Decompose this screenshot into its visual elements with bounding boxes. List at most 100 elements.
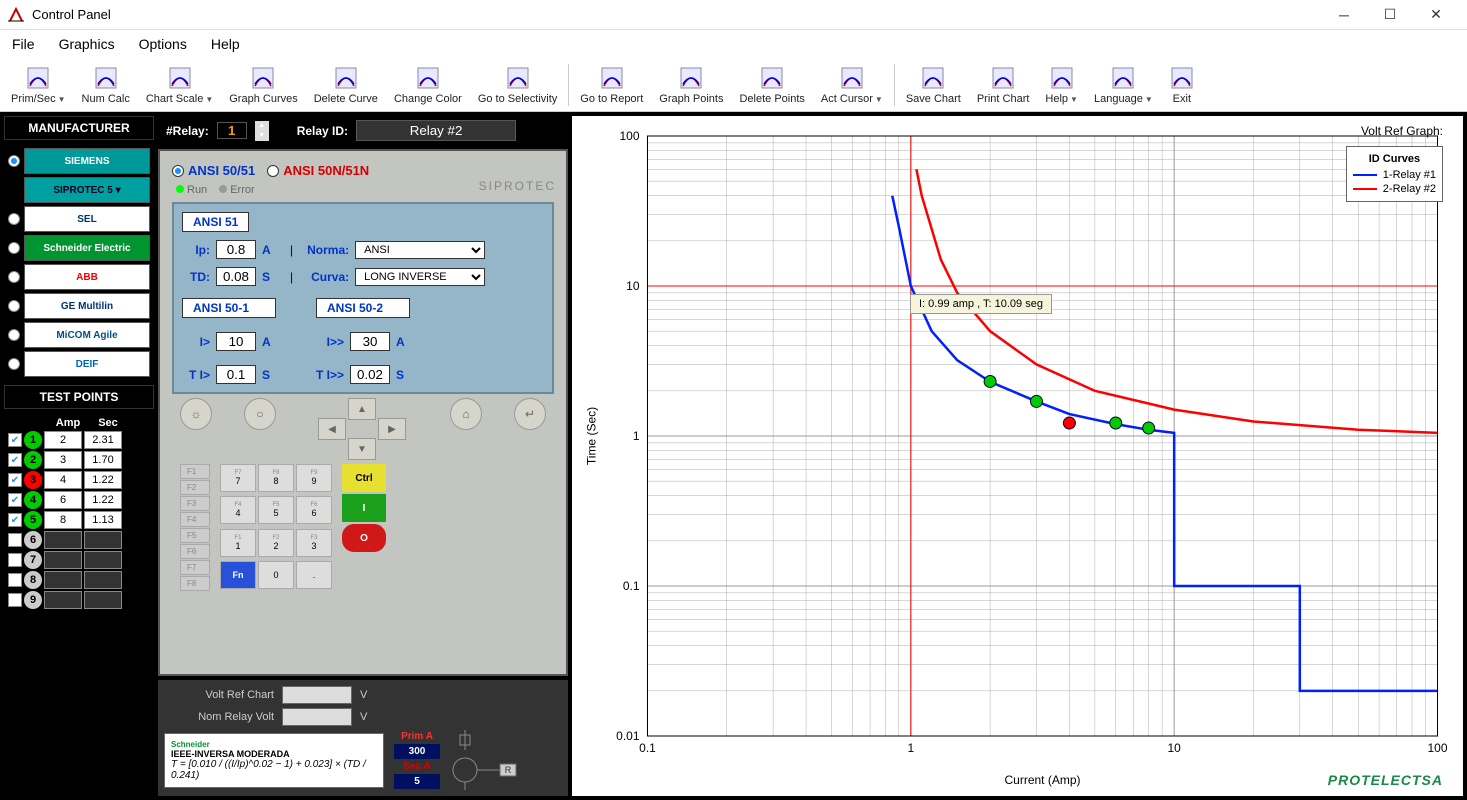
tp-checkbox[interactable] — [8, 553, 22, 567]
toolbar-go-to-selectivity[interactable]: Go to Selectivity — [471, 62, 564, 108]
toolbar-prim/sec[interactable]: Prim/Sec▼ — [4, 62, 73, 108]
curva-select[interactable]: LONG INVERSE — [355, 268, 485, 286]
testpoint-row-6: 6 — [8, 531, 150, 549]
tp-amp[interactable] — [44, 431, 82, 449]
mode-ansi5051[interactable]: ANSI 50/51 — [172, 163, 255, 178]
mfr-abb[interactable]: ABB — [8, 264, 150, 290]
toolbar-act-cursor[interactable]: Act Cursor▼ — [814, 62, 890, 108]
nom-relay-input[interactable] — [282, 708, 352, 726]
relay-id-input[interactable] — [356, 120, 516, 141]
toolbar-chart-scale[interactable]: Chart Scale▼ — [139, 62, 220, 108]
tp-sec[interactable] — [84, 471, 122, 489]
mfr-ge-multilin[interactable]: GE Multilin — [8, 293, 150, 319]
off-button[interactable]: O — [342, 524, 386, 552]
mode-ansi50n51n[interactable]: ANSI 50N/51N — [267, 163, 369, 178]
testpoint-row-7: 7 — [8, 551, 150, 569]
prim-a-value[interactable]: 300 — [394, 744, 440, 759]
tp-checkbox[interactable] — [8, 533, 22, 547]
td-input[interactable] — [216, 267, 256, 286]
tp-amp[interactable] — [44, 471, 82, 489]
minimize-button[interactable]: ─ — [1321, 0, 1367, 30]
norma-select[interactable]: ANSI — [355, 241, 485, 259]
formula-box: Schneider IEEE-INVERSA MODERADA T = [0.0… — [164, 733, 384, 788]
toolbar-delete-points[interactable]: Delete Points — [732, 62, 811, 108]
relay-spin-up[interactable]: ▲ — [255, 121, 269, 131]
chart-plot[interactable]: 0.11101000.010.1110100Current (Amp)Time … — [572, 116, 1463, 796]
close-button[interactable]: ✕ — [1413, 0, 1459, 30]
mfr-deif[interactable]: DEIF — [8, 351, 150, 377]
tp-amp[interactable] — [44, 591, 82, 609]
fn-key[interactable]: Fn — [220, 561, 256, 589]
toolbar-save-chart[interactable]: Save Chart — [899, 62, 968, 108]
ansi501-ti[interactable] — [216, 365, 256, 384]
tp-sec[interactable] — [84, 511, 122, 529]
nav-btn-4[interactable]: ↵ — [514, 398, 546, 430]
nav-btn-2[interactable]: ○ — [244, 398, 276, 430]
toolbar-print-chart[interactable]: Print Chart — [970, 62, 1037, 108]
tp-amp[interactable] — [44, 491, 82, 509]
ansi502-i[interactable] — [350, 332, 390, 351]
toolbar-change-color[interactable]: Change Color — [387, 62, 469, 108]
menu-options[interactable]: Options — [139, 36, 187, 52]
arrow-left[interactable]: ◀ — [318, 418, 346, 440]
tp-sec[interactable] — [84, 431, 122, 449]
maximize-button[interactable]: ☐ — [1367, 0, 1413, 30]
toolbar-graph-points[interactable]: Graph Points — [652, 62, 730, 108]
svg-text:10: 10 — [626, 279, 640, 293]
tp-sec[interactable] — [84, 551, 122, 569]
tp-checkbox[interactable]: ✔ — [8, 453, 22, 467]
arrow-up[interactable]: ▲ — [348, 398, 376, 420]
mfr-schneider-electric[interactable]: Schneider Electric — [8, 235, 150, 261]
toolbar-delete-curve[interactable]: Delete Curve — [307, 62, 385, 108]
toolbar-help[interactable]: Help▼ — [1038, 62, 1085, 108]
ctrl-button[interactable]: Ctrl — [342, 464, 386, 492]
volt-ref-input[interactable] — [282, 686, 352, 704]
nav-btn-3[interactable]: ⌂ — [450, 398, 482, 430]
tp-sec[interactable] — [84, 571, 122, 589]
menu-help[interactable]: Help — [211, 36, 240, 52]
svg-text:100: 100 — [619, 129, 639, 143]
mfr-siemens[interactable]: SIEMENS — [8, 148, 150, 174]
arrow-down[interactable]: ▼ — [348, 438, 376, 460]
tp-sec[interactable] — [84, 591, 122, 609]
run-status: Run — [176, 184, 207, 196]
toolbar-exit[interactable]: Exit — [1162, 62, 1202, 108]
toolbar-graph-curves[interactable]: Graph Curves — [222, 62, 304, 108]
tp-sec[interactable] — [84, 451, 122, 469]
numpad: F77F88F99 F44F55F66 F11F22F33 Fn0. — [220, 464, 332, 591]
toolbar-num-calc[interactable]: Num Calc — [75, 62, 137, 108]
mfr-siprotec-5[interactable]: SIPROTEC 5 ▾ — [8, 177, 150, 203]
svg-text:1: 1 — [907, 741, 914, 755]
sec-a-value[interactable]: 5 — [394, 774, 440, 789]
tp-amp[interactable] — [44, 511, 82, 529]
menu-file[interactable]: File — [12, 36, 35, 52]
tp-sec[interactable] — [84, 531, 122, 549]
tp-checkbox[interactable] — [8, 593, 22, 607]
ansi501-i[interactable] — [216, 332, 256, 351]
tp-sec[interactable] — [84, 491, 122, 509]
f-keys: F1F2F3F4 F5F6F7F8 — [180, 464, 210, 591]
menu-graphics[interactable]: Graphics — [59, 36, 115, 52]
toolbar-go-to-report[interactable]: Go to Report — [573, 62, 650, 108]
tp-checkbox[interactable]: ✔ — [8, 473, 22, 487]
ip-input[interactable] — [216, 240, 256, 259]
tp-amp[interactable] — [44, 571, 82, 589]
tp-amp[interactable] — [44, 531, 82, 549]
tp-checkbox[interactable]: ✔ — [8, 513, 22, 527]
mfr-micom-agile[interactable]: MiCOM Agile — [8, 322, 150, 348]
tp-checkbox[interactable]: ✔ — [8, 433, 22, 447]
relay-num-input[interactable] — [217, 122, 247, 139]
mfr-sel[interactable]: SEL — [8, 206, 150, 232]
tp-amp[interactable] — [44, 551, 82, 569]
ansi502-ti[interactable] — [350, 365, 390, 384]
svg-text:10: 10 — [1167, 741, 1181, 755]
toolbar-language[interactable]: Language▼ — [1087, 62, 1160, 108]
on-button[interactable]: I — [342, 494, 386, 522]
nav-btn-1[interactable]: ☼ — [180, 398, 212, 430]
bottom-panel: Volt Ref ChartV Nom Relay VoltV Schneide… — [158, 680, 568, 796]
tp-checkbox[interactable]: ✔ — [8, 493, 22, 507]
tp-checkbox[interactable] — [8, 573, 22, 587]
relay-spin-down[interactable]: ▼ — [255, 131, 269, 141]
tp-amp[interactable] — [44, 451, 82, 469]
arrow-right[interactable]: ▶ — [378, 418, 406, 440]
